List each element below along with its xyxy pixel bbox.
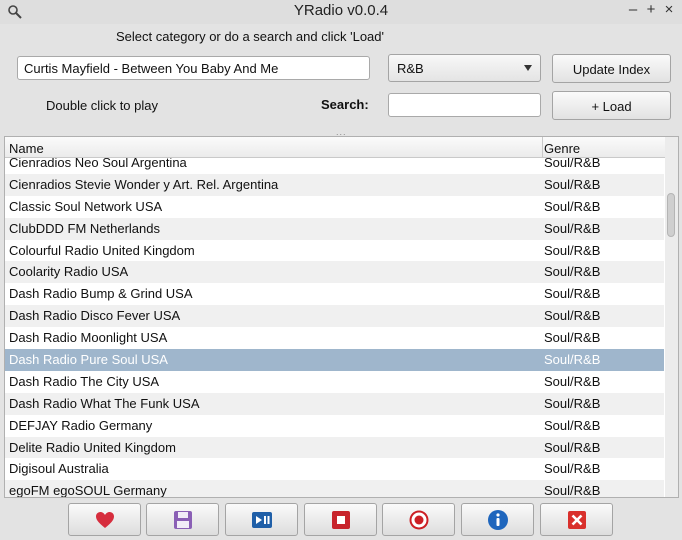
- column-header-name[interactable]: Name: [9, 141, 44, 156]
- column-header-genre[interactable]: Genre: [544, 141, 580, 156]
- stop-button[interactable]: [304, 503, 377, 536]
- station-name-cell: Colourful Radio United Kingdom: [9, 242, 195, 258]
- window-title: YRadio v0.0.4: [293, 2, 389, 19]
- table-row[interactable]: Dash Radio Pure Soul USA Soul/R&B: [5, 349, 664, 371]
- station-genre-cell: Soul/R&B: [544, 330, 601, 346]
- station-name-cell: Dash Radio Moonlight USA: [9, 330, 168, 346]
- station-genre-cell: Soul/R&B: [544, 483, 601, 498]
- station-name-cell: Coolarity Radio USA: [9, 264, 129, 280]
- station-genre-cell: Soul/R&B: [544, 417, 601, 433]
- table-row[interactable]: Coolarity Radio USA Soul/R&B: [5, 261, 664, 284]
- station-genre-cell: Soul/R&B: [544, 242, 601, 258]
- close-button[interactable]: ×: [662, 1, 676, 18]
- info-button[interactable]: [461, 503, 534, 536]
- instructions-label: Select category or do a search and click…: [115, 29, 384, 44]
- maximize-button[interactable]: +: [644, 1, 658, 18]
- station-rows: Cienradios Neo Soul Argentina Soul/R&B Cie…: [5, 152, 664, 498]
- chevron-down-icon: [524, 65, 532, 71]
- search-label: Search:: [321, 97, 369, 112]
- play-pause-button[interactable]: [225, 503, 298, 536]
- station-genre-cell: Soul/R&B: [544, 373, 601, 389]
- table-row[interactable]: Classic Soul Network USA Soul/R&B: [5, 196, 664, 218]
- title-bar: YRadio v0.0.4 – + ×: [0, 0, 682, 24]
- scrollbar-thumb[interactable]: [667, 193, 675, 237]
- table-row[interactable]: Colourful Radio United Kingdom Soul/R&B: [5, 240, 664, 262]
- table-row[interactable]: Cienradios Stevie Wonder y Art. Rel. Arg…: [5, 173, 664, 196]
- station-name-cell: Delite Radio United Kingdom: [9, 439, 176, 455]
- table-row[interactable]: egoFM egoSOUL Germany Soul/R&B: [5, 480, 664, 498]
- station-genre-cell: Soul/R&B: [544, 198, 601, 214]
- record-icon: [409, 510, 429, 530]
- table-row[interactable]: Delite Radio United Kingdom Soul/R&B: [5, 436, 664, 459]
- station-name-cell: Dash Radio Pure Soul USA: [9, 352, 168, 368]
- play-pause-icon: [252, 512, 272, 528]
- save-button[interactable]: [146, 503, 219, 536]
- table-row[interactable]: Dash Radio What The Funk USA Soul/R&B: [5, 392, 664, 415]
- station-name-cell: Digisoul Australia: [9, 461, 109, 477]
- vertical-scrollbar[interactable]: [665, 137, 678, 497]
- column-divider[interactable]: [542, 137, 543, 158]
- exit-button[interactable]: [540, 503, 613, 536]
- table-row[interactable]: Dash Radio Moonlight USA Soul/R&B: [5, 327, 664, 349]
- stop-icon: [332, 511, 350, 529]
- search-input[interactable]: [388, 93, 541, 117]
- station-genre-cell: Soul/R&B: [544, 220, 601, 236]
- table-row[interactable]: Dash Radio Disco Fever USA Soul/R&B: [5, 305, 664, 328]
- table-header: Name Genre: [5, 137, 665, 158]
- station-name-cell: Dash Radio Bump & Grind USA: [9, 286, 193, 302]
- station-table: Cienradios Neo Soul Argentina Soul/R&B Cie…: [4, 136, 679, 498]
- save-icon: [174, 511, 192, 529]
- minimize-button[interactable]: –: [626, 1, 640, 18]
- load-button[interactable]: + Load: [552, 91, 671, 120]
- category-selected-value: R&B: [397, 61, 424, 76]
- record-button[interactable]: [382, 503, 455, 536]
- station-name-cell: Dash Radio What The Funk USA: [9, 395, 200, 411]
- station-genre-cell: Soul/R&B: [544, 264, 601, 280]
- station-name-cell: Classic Soul Network USA: [9, 198, 163, 214]
- station-genre-cell: Soul/R&B: [544, 395, 601, 411]
- table-row[interactable]: Digisoul Australia Soul/R&B: [5, 458, 664, 480]
- table-row[interactable]: Dash Radio Bump & Grind USA Soul/R&B: [5, 283, 664, 305]
- table-row[interactable]: DEFJAY Radio Germany Soul/R&B: [5, 415, 664, 437]
- table-row[interactable]: Dash Radio The City USA Soul/R&B: [5, 371, 664, 393]
- station-name-cell: ClubDDD FM Netherlands: [9, 220, 160, 236]
- heart-icon: [96, 512, 114, 528]
- station-name-cell: Dash Radio Disco Fever USA: [9, 308, 181, 324]
- info-icon: [488, 510, 508, 530]
- station-genre-cell: Soul/R&B: [544, 352, 601, 368]
- exit-icon: [568, 511, 586, 529]
- table-row[interactable]: ClubDDD FM Netherlands Soul/R&B: [5, 217, 664, 240]
- station-name-cell: Cienradios Stevie Wonder y Art. Rel. Arg…: [9, 176, 279, 192]
- update-index-button[interactable]: Update Index: [552, 54, 671, 83]
- station-genre-cell: Soul/R&B: [544, 286, 601, 302]
- play-hint-label: Double click to play: [46, 98, 158, 113]
- station-name-cell: Dash Radio The City USA: [9, 373, 160, 389]
- station-genre-cell: Soul/R&B: [544, 439, 601, 455]
- station-name-cell: egoFM egoSOUL Germany: [9, 483, 167, 498]
- station-name-cell: DEFJAY Radio Germany: [9, 417, 153, 433]
- station-genre-cell: Soul/R&B: [544, 461, 601, 477]
- station-genre-cell: Soul/R&B: [544, 308, 601, 324]
- station-genre-cell: Soul/R&B: [544, 176, 601, 192]
- now-playing-field[interactable]: Curtis Mayfield - Between You Baby And M…: [17, 56, 370, 80]
- category-select[interactable]: R&B: [388, 54, 541, 82]
- favorite-button[interactable]: [68, 503, 141, 536]
